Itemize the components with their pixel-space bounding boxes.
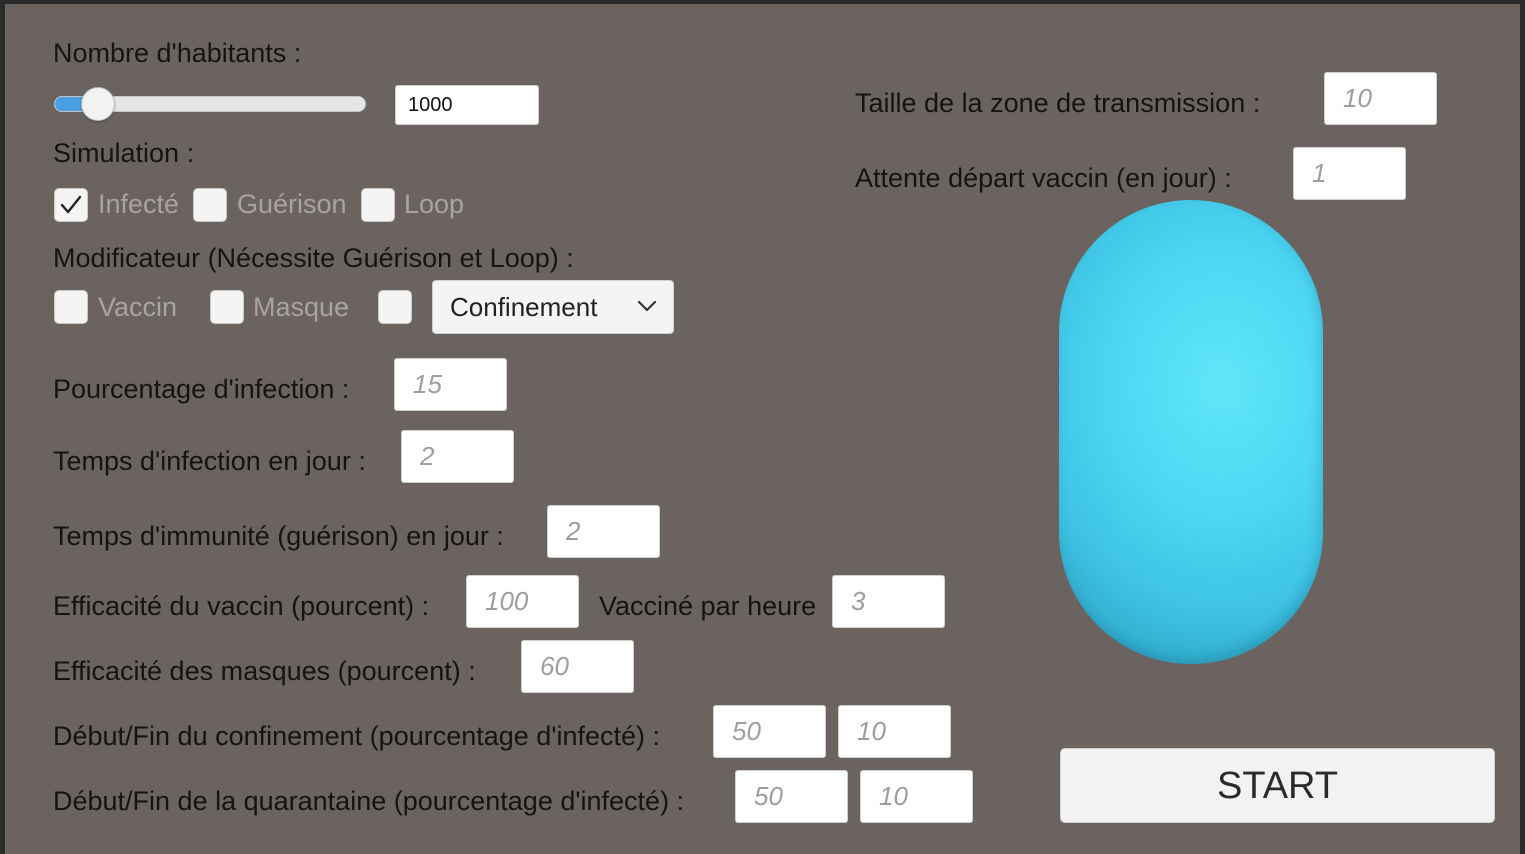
infected-label: Infecté — [98, 189, 180, 219]
lockdown-range-label: Début/Fin du confinement (pourcentage d'… — [53, 721, 661, 751]
vaccine-label: Vaccin — [98, 292, 178, 322]
vaccinated-per-hour-label: Vacciné par heure — [599, 591, 817, 621]
infection-percentage-input[interactable] — [394, 358, 507, 411]
immunity-time-label: Temps d'immunité (guérison) en jour : — [53, 521, 504, 551]
mask-efficacy-input[interactable] — [521, 640, 634, 693]
infection-time-label: Temps d'infection en jour : — [53, 446, 366, 476]
vaccine-delay-input[interactable] — [1293, 147, 1406, 200]
quarantine-range-label: Début/Fin de la quarantaine (pourcentage… — [53, 786, 685, 816]
vaccinated-per-hour-input[interactable] — [832, 575, 945, 628]
chevron-down-icon — [637, 300, 657, 312]
population-slider-handle[interactable] — [81, 87, 116, 121]
mask-checkbox[interactable] — [210, 290, 244, 324]
infection-percentage-label: Pourcentage d'infection : — [53, 374, 350, 404]
immunity-time-input[interactable] — [547, 505, 660, 558]
population-label: Nombre d'habitants : — [53, 38, 302, 68]
lockdown-start-input[interactable] — [713, 705, 826, 758]
transmission-zone-label: Taille de la zone de transmission : — [855, 88, 1261, 118]
start-button[interactable]: START — [1060, 748, 1495, 823]
vaccine-efficacy-label: Efficacité du vaccin (pourcent) : — [53, 591, 430, 621]
infected-checkbox[interactable] — [54, 188, 88, 222]
transmission-zone-input[interactable] — [1324, 72, 1437, 125]
infection-time-input[interactable] — [401, 430, 514, 483]
capsule-preview — [1059, 200, 1323, 664]
vaccine-checkbox[interactable] — [54, 290, 88, 324]
loop-label: Loop — [404, 189, 465, 219]
mask-efficacy-label: Efficacité des masques (pourcent) : — [53, 656, 476, 686]
modifiers-label: Modificateur (Nécessite Guérison et Loop… — [53, 243, 574, 273]
healing-checkbox[interactable] — [193, 188, 227, 222]
quarantine-start-input[interactable] — [735, 770, 848, 823]
mask-label: Masque — [253, 292, 350, 322]
lockdown-end-input[interactable] — [838, 705, 951, 758]
population-input[interactable] — [395, 85, 539, 125]
loop-checkbox[interactable] — [361, 188, 395, 222]
healing-label: Guérison — [237, 189, 347, 219]
simulation-label: Simulation : — [53, 138, 195, 168]
population-slider[interactable] — [54, 87, 366, 121]
vaccine-delay-label: Attente départ vaccin (en jour) : — [855, 163, 1232, 193]
simulation-settings-panel: Nombre d'habitants : Simulation : Infect… — [5, 4, 1520, 854]
checkmark-icon — [60, 195, 82, 214]
lockdown-dropdown[interactable]: Confinement — [432, 280, 674, 334]
lockdown-dropdown-value: Confinement — [450, 292, 598, 322]
vaccine-efficacy-input[interactable] — [466, 575, 579, 628]
quarantine-end-input[interactable] — [860, 770, 973, 823]
lockdown-checkbox[interactable] — [378, 290, 412, 324]
